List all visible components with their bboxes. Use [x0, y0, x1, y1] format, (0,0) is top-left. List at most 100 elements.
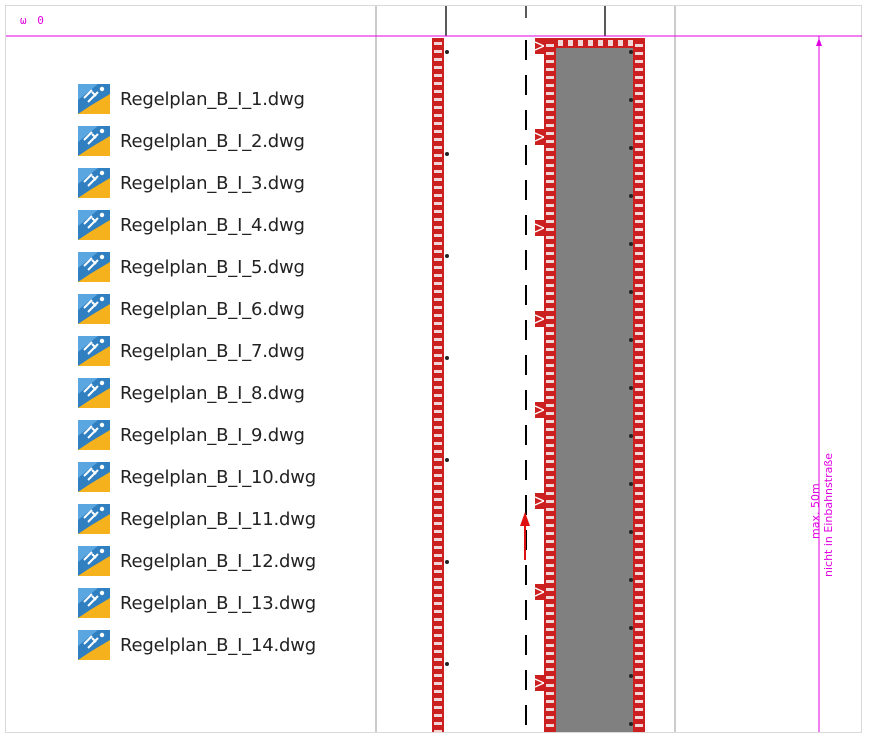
barrier-mark [546, 268, 554, 271]
barrier-mark [434, 602, 442, 605]
barrier-mark [635, 532, 643, 535]
barrier-mark [546, 668, 554, 671]
coordinate-label: ω 0 [20, 14, 46, 27]
barrier-mark [546, 716, 554, 719]
barrier-mark [546, 484, 554, 487]
barrier-mark [635, 100, 643, 103]
barrier-mark [635, 564, 643, 567]
barrier-mark-top [578, 40, 583, 46]
barrier-mark [635, 148, 643, 151]
file-item[interactable]: Regelplan_B_I_8.dwg [78, 372, 378, 414]
file-item[interactable]: Regelplan_B_I_3.dwg [78, 162, 378, 204]
barrier-mark [434, 298, 442, 301]
autocad-dwg-file-icon [78, 546, 110, 576]
barrier-mark-top [628, 40, 633, 46]
barrier-mark [434, 258, 442, 261]
barrier-mark [434, 362, 442, 365]
lamp-mark [629, 578, 633, 582]
barrier-mark [434, 114, 442, 117]
barrier-mark [434, 322, 442, 325]
file-item[interactable]: Regelplan_B_I_2.dwg [78, 120, 378, 162]
autocad-dwg-file-icon [78, 168, 110, 198]
file-item[interactable]: Regelplan_B_I_12.dwg [78, 540, 378, 582]
barrier-mark [546, 380, 554, 383]
file-item[interactable]: Regelplan_B_I_6.dwg [78, 288, 378, 330]
barrier-mark-top [588, 40, 593, 46]
file-item[interactable]: Regelplan_B_I_13.dwg [78, 582, 378, 624]
barrier-mark [434, 482, 442, 485]
barrier-mark [546, 284, 554, 287]
direction-arrow-head [520, 512, 530, 526]
file-name: Regelplan_B_I_9.dwg [120, 424, 305, 446]
barrier-mark [635, 284, 643, 287]
barrier-mark [635, 540, 643, 543]
barrier-mark [434, 58, 442, 61]
barrier-mark [434, 642, 442, 645]
barrier-mark [635, 460, 643, 463]
barrier-mark-top [598, 40, 603, 46]
barrier-mark [635, 668, 643, 671]
barrier-mark [635, 68, 643, 71]
barrier-mark [434, 106, 442, 109]
barrier-mark [434, 154, 442, 157]
barrier-mark [434, 250, 442, 253]
barrier-mark [434, 194, 442, 197]
autocad-dwg-file-icon [78, 252, 110, 282]
lamp-mark [629, 98, 633, 102]
autocad-dwg-file-icon [78, 126, 110, 156]
barrier-mark [635, 716, 643, 719]
file-item[interactable]: Regelplan_B_I_4.dwg [78, 204, 378, 246]
file-item[interactable]: Regelplan_B_I_14.dwg [78, 624, 378, 666]
lamp-mark [629, 434, 633, 438]
barrier-mark [434, 282, 442, 285]
barrier-mark [635, 724, 643, 727]
barrier-mark [635, 476, 643, 479]
file-name: Regelplan_B_I_5.dwg [120, 256, 305, 278]
barrier-mark [546, 140, 554, 143]
barrier-mark [635, 180, 643, 183]
barrier-mark [635, 604, 643, 607]
barrier-mark [546, 60, 554, 63]
barrier-mark [434, 618, 442, 621]
barrier-mark [434, 138, 442, 141]
file-item[interactable]: Regelplan_B_I_10.dwg [78, 456, 378, 498]
file-item[interactable]: Regelplan_B_I_11.dwg [78, 498, 378, 540]
barrier-mark [635, 188, 643, 191]
barrier-mark [546, 164, 554, 167]
barrier-mark [546, 692, 554, 695]
barrier-mark [434, 442, 442, 445]
barrier-mark [635, 340, 643, 343]
barrier-mark [546, 116, 554, 119]
file-item[interactable]: Regelplan_B_I_5.dwg [78, 246, 378, 288]
barrier-mark-top [558, 40, 563, 46]
file-item[interactable]: Regelplan_B_I_7.dwg [78, 330, 378, 372]
file-item[interactable]: Regelplan_B_I_9.dwg [78, 414, 378, 456]
lamp-mark [629, 242, 633, 246]
barrier-mark [546, 276, 554, 279]
file-item[interactable]: Regelplan_B_I_1.dwg [78, 78, 378, 120]
barrier-mark [546, 684, 554, 687]
barrier-mark [635, 468, 643, 471]
barrier-mark [635, 156, 643, 159]
barrier-mark [635, 372, 643, 375]
barrier-mark [635, 596, 643, 599]
autocad-dwg-file-icon [78, 462, 110, 492]
autocad-dwg-file-icon [78, 504, 110, 534]
autocad-dwg-file-icon [78, 378, 110, 408]
barrier-mark [434, 698, 442, 701]
barrier-mark [635, 588, 643, 591]
barrier-mark [546, 660, 554, 663]
barrier-mark [434, 626, 442, 629]
barrier-mark [635, 628, 643, 631]
barrier-mark [635, 676, 643, 679]
barrier-mark [434, 226, 442, 229]
barrier-mark [635, 572, 643, 575]
barrier-mark [635, 412, 643, 415]
barrier-mark [434, 578, 442, 581]
barrier-mark [434, 218, 442, 221]
barrier-mark [434, 82, 442, 85]
barrier-mark [546, 580, 554, 583]
barrier-mark [635, 268, 643, 271]
barrier-mark [434, 690, 442, 693]
barrier-mark [546, 212, 554, 215]
